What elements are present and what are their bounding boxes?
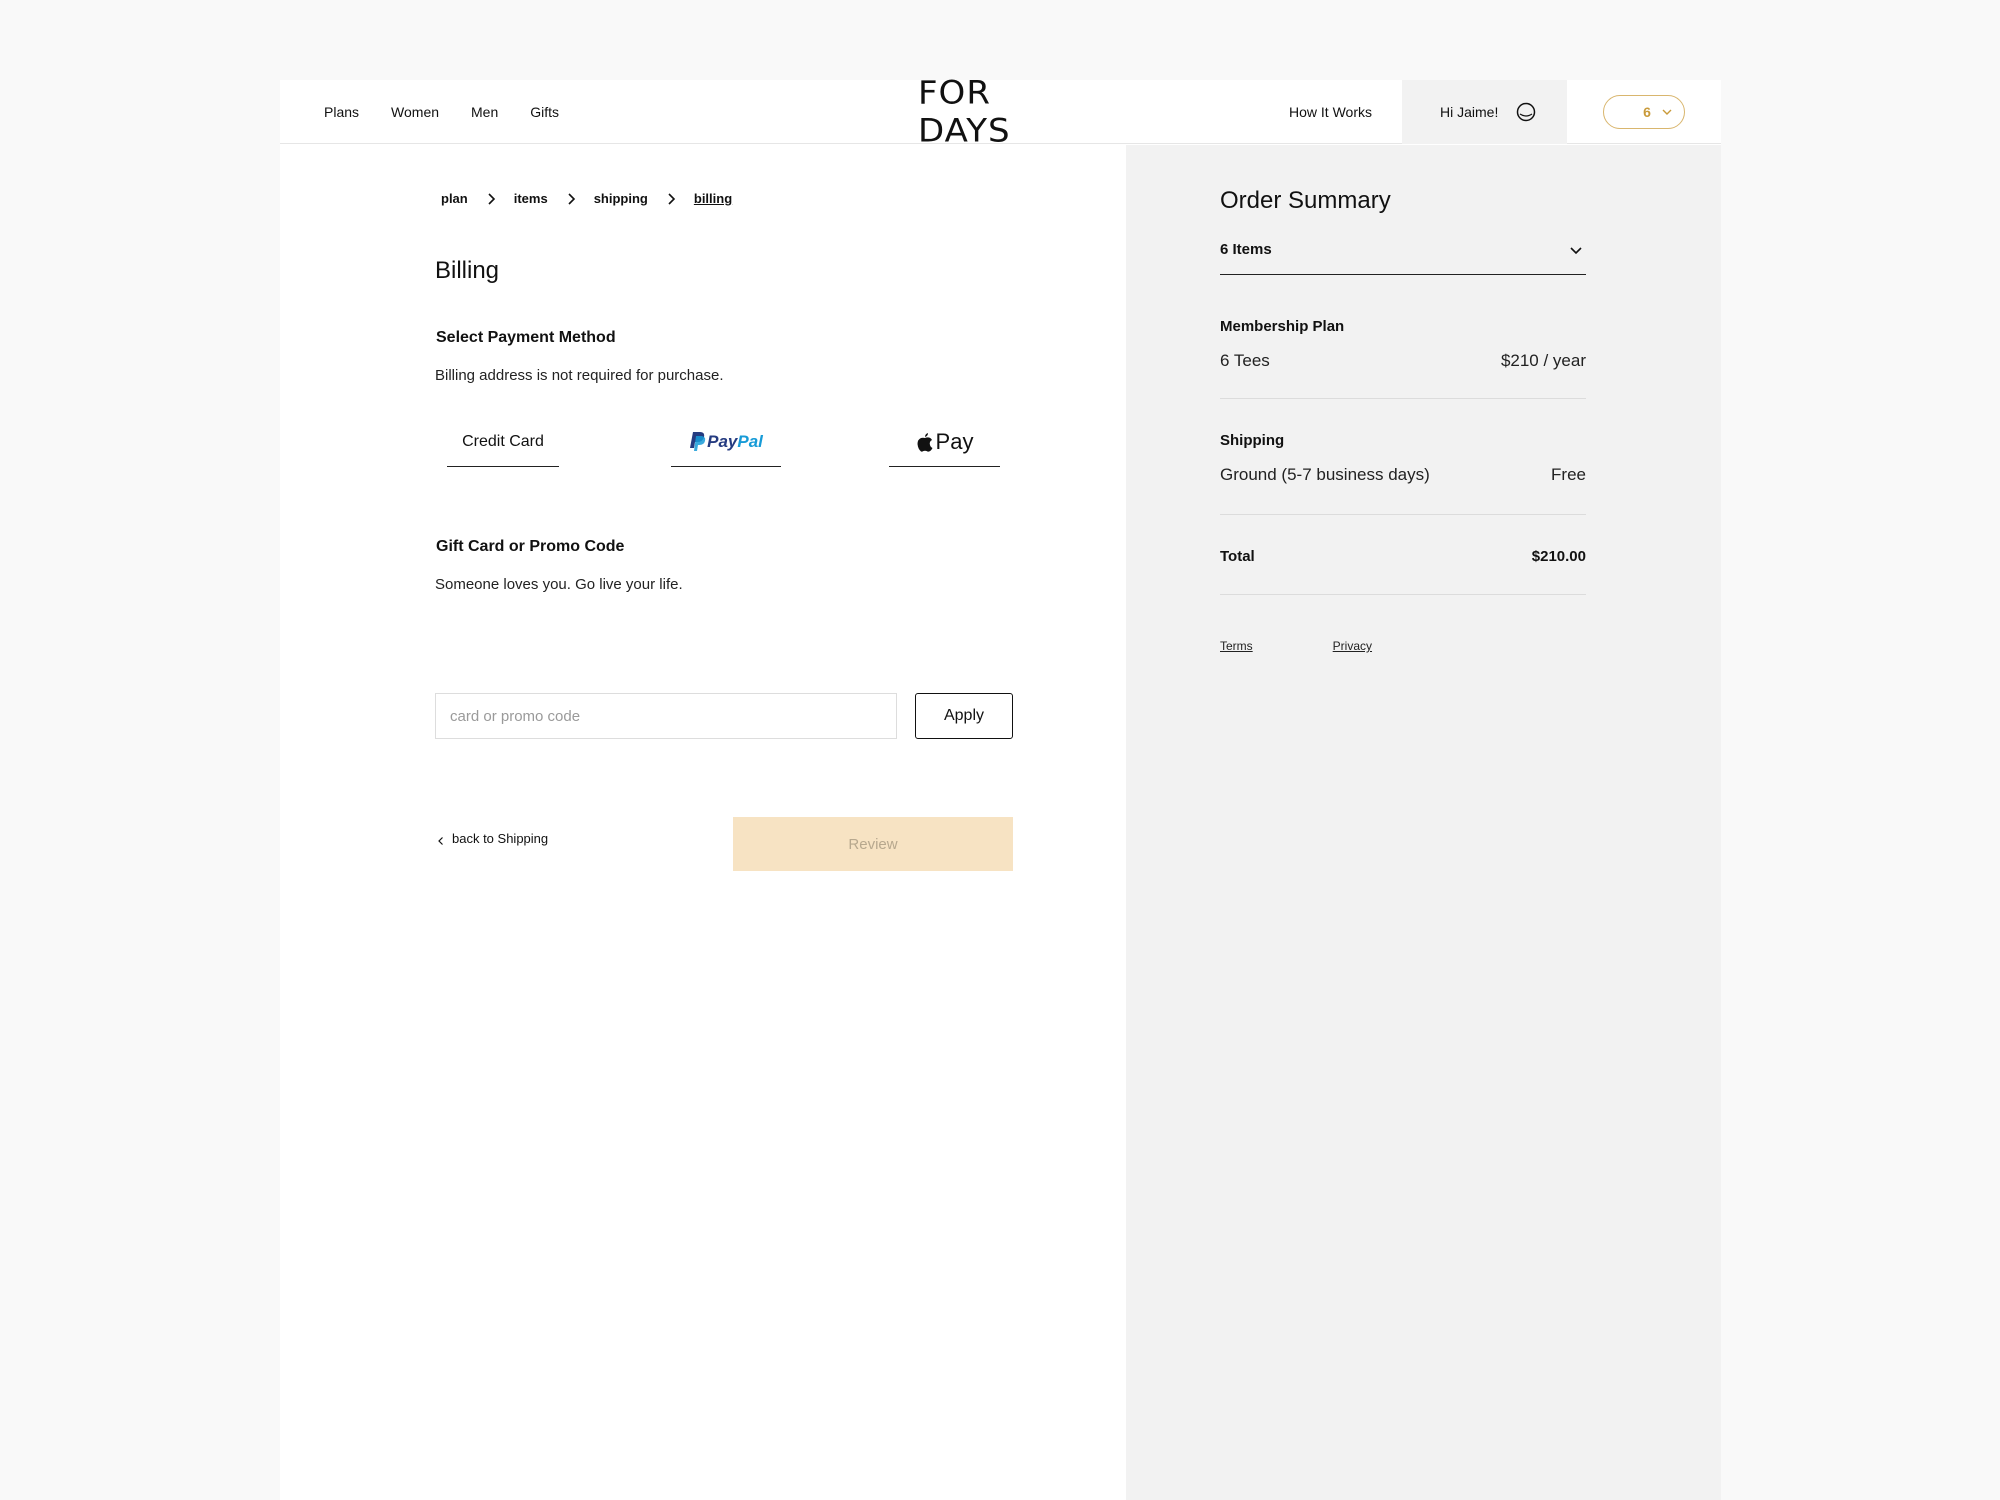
crumb-items[interactable]: items xyxy=(514,191,548,206)
account-icon[interactable] xyxy=(1516,102,1536,122)
brand-logo[interactable]: FOR DAYS xyxy=(918,74,1088,150)
items-toggle[interactable]: 6 Items xyxy=(1220,225,1586,275)
page: Plans Women Men Gifts FOR DAYS How It Wo… xyxy=(280,74,1721,1500)
apple-pay-text: Pay xyxy=(935,428,974,454)
apple-pay-logo: Pay xyxy=(916,428,974,455)
account-greeting: Hi Jaime! xyxy=(1440,104,1499,120)
page-title: Billing xyxy=(435,257,500,284)
total-block: Total $210.00 xyxy=(1220,515,1586,595)
back-to-shipping-label: back to Shipping xyxy=(452,831,549,846)
privacy-link[interactable]: Privacy xyxy=(1333,639,1372,653)
promo-code-input[interactable] xyxy=(435,693,897,739)
terms-link[interactable]: Terms xyxy=(1220,639,1253,653)
plan-name: 6 Tees xyxy=(1220,351,1270,370)
nav-women[interactable]: Women xyxy=(391,104,439,120)
site-header: Plans Women Men Gifts FOR DAYS How It Wo… xyxy=(280,74,1721,150)
breadcrumb: plan items shipping billing xyxy=(441,191,732,206)
order-summary-title: Order Summary xyxy=(1220,187,1391,214)
how-it-works-link[interactable]: How It Works xyxy=(1289,80,1372,144)
total-line: Total $210.00 xyxy=(1220,548,1586,565)
chevron-right-icon xyxy=(664,192,678,206)
apply-button[interactable]: Apply xyxy=(915,693,1013,739)
crumb-plan[interactable]: plan xyxy=(441,191,468,206)
nav-gifts[interactable]: Gifts xyxy=(530,104,559,120)
payment-method-heading: Select Payment Method xyxy=(436,329,616,346)
paypal-text-b: Pal xyxy=(737,431,763,451)
shipping-method: Ground (5-7 business days) xyxy=(1220,465,1430,484)
chevron-right-icon xyxy=(564,192,578,206)
back-to-shipping-link[interactable]: back to Shipping xyxy=(436,831,548,846)
nav-plans[interactable]: Plans xyxy=(324,104,359,120)
crumb-shipping[interactable]: shipping xyxy=(594,191,648,206)
promo-note: Someone loves you. Go live your life. xyxy=(435,576,683,593)
chevron-down-icon xyxy=(1568,242,1584,258)
shipping-block: Shipping Ground (5-7 business days) Free xyxy=(1220,399,1586,515)
nav-men[interactable]: Men xyxy=(471,104,498,120)
total-label: Total xyxy=(1220,548,1255,565)
cart-button[interactable]: 6 xyxy=(1603,95,1685,129)
membership-plan-line: 6 Tees $210 / year xyxy=(1220,351,1586,371)
paypal-icon xyxy=(690,431,706,451)
chevron-right-icon xyxy=(484,192,498,206)
crumb-billing[interactable]: billing xyxy=(694,191,732,206)
membership-plan-block: Membership Plan 6 Tees $210 / year xyxy=(1220,300,1586,399)
shipping-line: Ground (5-7 business days) Free xyxy=(1220,465,1586,485)
paypal-logo: Pay Pal xyxy=(689,431,763,453)
order-summary: Order Summary 6 Items Membership Plan 6 … xyxy=(1126,145,1721,1500)
account-menu[interactable]: Hi Jaime! xyxy=(1402,80,1567,144)
apple-icon xyxy=(917,432,933,452)
payment-method-note: Billing address is not required for purc… xyxy=(435,367,724,384)
shipping-label: Shipping xyxy=(1220,432,1285,449)
paypal-text-a: Pay xyxy=(707,431,738,451)
main-nav: Plans Women Men Gifts xyxy=(324,80,591,144)
checkout-main: plan items shipping billing Billing Sele… xyxy=(280,145,1126,1500)
credit-card-label: Credit Card xyxy=(462,432,544,450)
legal-links: Terms Privacy xyxy=(1220,639,1452,653)
apple-pay-tab[interactable]: Pay xyxy=(889,417,1000,467)
plan-price: $210 / year xyxy=(1500,351,1586,370)
review-button[interactable]: Review xyxy=(733,817,1013,871)
chevron-left-icon xyxy=(436,834,446,845)
credit-card-tab[interactable]: Credit Card xyxy=(447,417,559,467)
promo-heading: Gift Card or Promo Code xyxy=(436,538,625,555)
chevron-down-icon xyxy=(1660,105,1674,119)
shipping-price: Free xyxy=(1551,465,1586,484)
items-count: 6 Items xyxy=(1220,241,1272,258)
total-value: $210.00 xyxy=(1531,548,1586,565)
paypal-tab[interactable]: Pay Pal xyxy=(671,417,781,467)
cart-count: 6 xyxy=(1643,104,1651,120)
membership-plan-label: Membership Plan xyxy=(1220,318,1345,335)
